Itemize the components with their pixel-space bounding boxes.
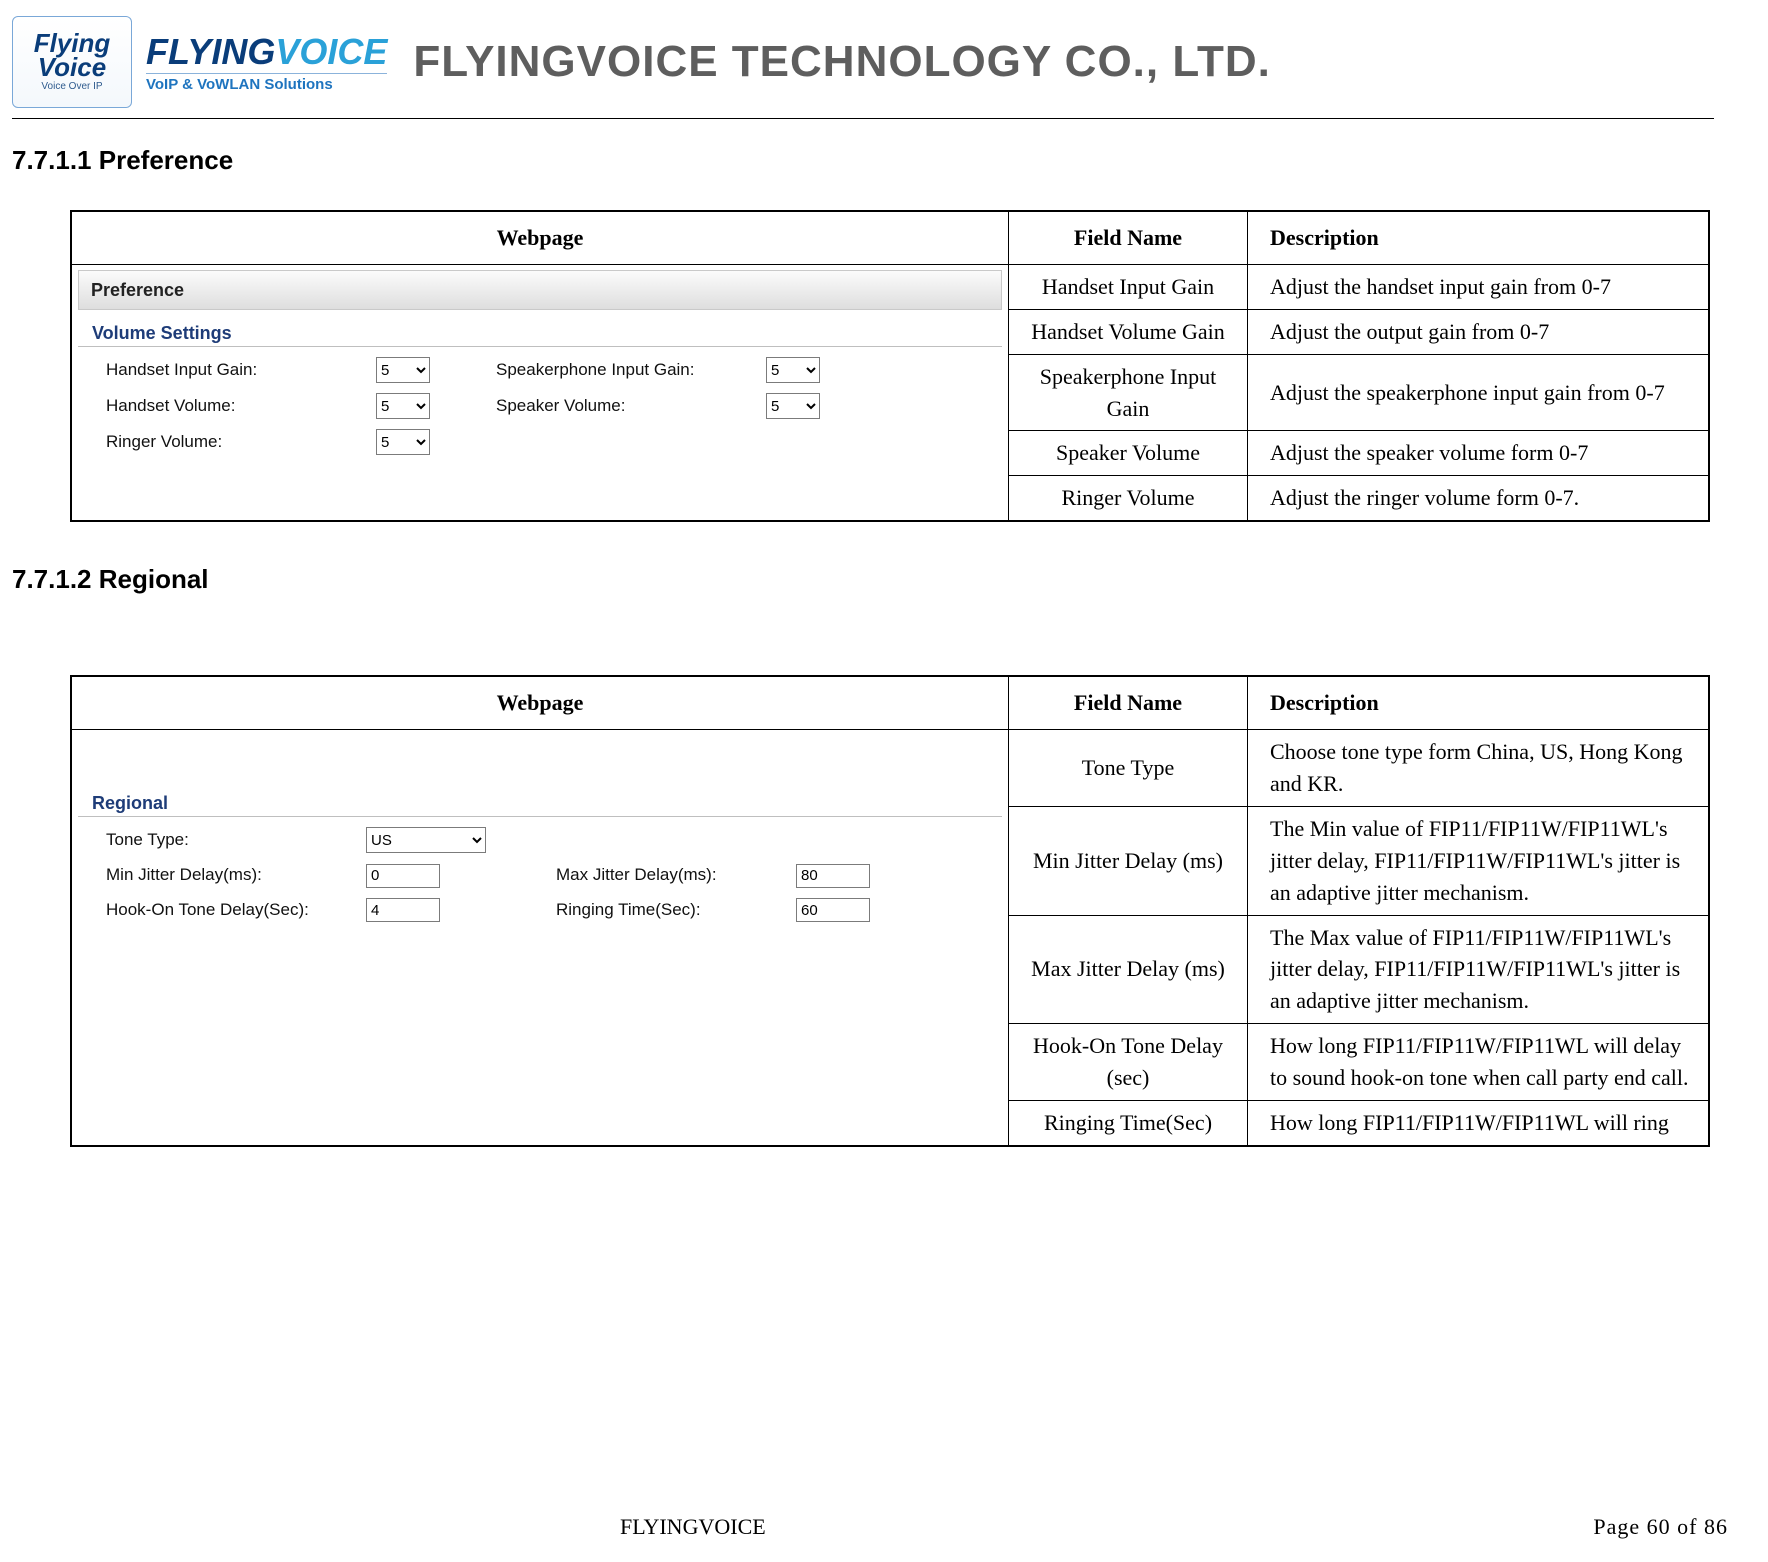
reg-row-name: Ringing Time(Sec) [1009, 1101, 1248, 1146]
input-ringing-time[interactable] [796, 898, 870, 922]
pref-row-name: Ringer Volume [1009, 476, 1248, 521]
logo-square-line2: Voice [38, 56, 106, 79]
th-webpage: Webpage [71, 211, 1009, 264]
input-max-jitter-delay[interactable] [796, 864, 870, 888]
page-header: Flying Voice Voice Over IP FLYINGVOICE V… [12, 12, 1728, 112]
logo-wide: FLYINGVOICE VoIP & VoWLAN Solutions [140, 31, 393, 93]
reg-row-name: Max Jitter Delay (ms) [1009, 915, 1248, 1024]
preference-screenshot: Preference Volume Settings Handset Input… [72, 270, 1008, 471]
section-title-regional: Regional [78, 790, 1002, 817]
regional-screenshot: Regional Tone Type: US Min Jitter Delay(… [72, 730, 1008, 938]
th-webpage: Webpage [71, 676, 1009, 729]
regional-table: Webpage Field Name Description Regional … [70, 675, 1710, 1147]
regional-screenshot-cell: Regional Tone Type: US Min Jitter Delay(… [71, 730, 1009, 1146]
label-ringer-volume: Ringer Volume: [106, 430, 366, 455]
pref-row-desc: Adjust the ringer volume form 0-7. [1248, 476, 1710, 521]
label-ringing-time: Ringing Time(Sec): [556, 898, 786, 923]
reg-row-desc: Choose tone type form China, US, Hong Ko… [1248, 730, 1710, 807]
footer-left: FLYINGVOICE [620, 1514, 766, 1540]
pref-row-desc: Adjust the output gain from 0-7 [1248, 309, 1710, 354]
header-divider [12, 118, 1714, 119]
logo-square-sub: Voice Over IP [41, 81, 102, 92]
th-field-name: Field Name [1009, 676, 1248, 729]
page-footer: FLYINGVOICE Page 60 of 86 [0, 1514, 1728, 1540]
company-name: FLYINGVOICE TECHNOLOGY CO., LTD. [413, 37, 1270, 87]
select-tone-type[interactable]: US [366, 827, 486, 853]
heading-preference: 7.7.1.1 Preference [12, 145, 1728, 176]
reg-row-name: Hook-On Tone Delay (sec) [1009, 1024, 1248, 1101]
pref-row-name: Handset Volume Gain [1009, 309, 1248, 354]
th-description: Description [1248, 211, 1710, 264]
label-hook-on-tone-delay: Hook-On Tone Delay(Sec): [106, 898, 356, 923]
reg-row-desc: The Max value of FIP11/FIP11W/FIP11WL's … [1248, 915, 1710, 1024]
select-handset-input-gain[interactable]: 5 [376, 357, 430, 383]
logo-wide-sub: VoIP & VoWLAN Solutions [146, 73, 387, 93]
label-tone-type: Tone Type: [106, 828, 356, 853]
input-min-jitter-delay[interactable] [366, 864, 440, 888]
section-title-volume-settings: Volume Settings [78, 320, 1002, 347]
label-handset-input-gain: Handset Input Gain: [106, 358, 366, 383]
footer-right: Page 60 of 86 [1593, 1514, 1728, 1540]
label-speaker-volume: Speaker Volume: [496, 394, 756, 419]
select-ringer-volume[interactable]: 5 [376, 429, 430, 455]
input-hook-on-tone-delay[interactable] [366, 898, 440, 922]
pref-row-name: Speaker Volume [1009, 431, 1248, 476]
select-speakerphone-input-gain[interactable]: 5 [766, 357, 820, 383]
reg-row-name: Min Jitter Delay (ms) [1009, 806, 1248, 915]
th-description: Description [1248, 676, 1710, 729]
pref-row-name: Speakerphone Input Gain [1009, 354, 1248, 431]
reg-row-desc: How long FIP11/FIP11W/FIP11WL will ring [1248, 1101, 1710, 1146]
reg-row-desc: How long FIP11/FIP11W/FIP11WL will delay… [1248, 1024, 1710, 1101]
preference-screenshot-cell: Preference Volume Settings Handset Input… [71, 264, 1009, 521]
reg-row-desc: The Min value of FIP11/FIP11W/FIP11WL's … [1248, 806, 1710, 915]
label-max-jitter-delay: Max Jitter Delay(ms): [556, 863, 786, 888]
label-min-jitter-delay: Min Jitter Delay(ms): [106, 863, 356, 888]
select-speaker-volume[interactable]: 5 [766, 393, 820, 419]
pref-row-desc: Adjust the speakerphone input gain from … [1248, 354, 1710, 431]
panel-title-preference: Preference [78, 270, 1002, 310]
heading-regional: 7.7.1.2 Regional [12, 564, 1728, 595]
select-handset-volume[interactable]: 5 [376, 393, 430, 419]
th-field-name: Field Name [1009, 211, 1248, 264]
reg-row-name: Tone Type [1009, 730, 1248, 807]
pref-row-desc: Adjust the handset input gain from 0-7 [1248, 264, 1710, 309]
label-handset-volume: Handset Volume: [106, 394, 366, 419]
logo-square: Flying Voice Voice Over IP [12, 16, 132, 108]
logo-wide-fly: FLYING [146, 31, 275, 72]
logo-wide-voice: VOICE [275, 31, 387, 72]
pref-row-desc: Adjust the speaker volume form 0-7 [1248, 431, 1710, 476]
pref-row-name: Handset Input Gain [1009, 264, 1248, 309]
label-speakerphone-input-gain: Speakerphone Input Gain: [496, 358, 756, 383]
preference-table: Webpage Field Name Description Preferenc… [70, 210, 1710, 522]
